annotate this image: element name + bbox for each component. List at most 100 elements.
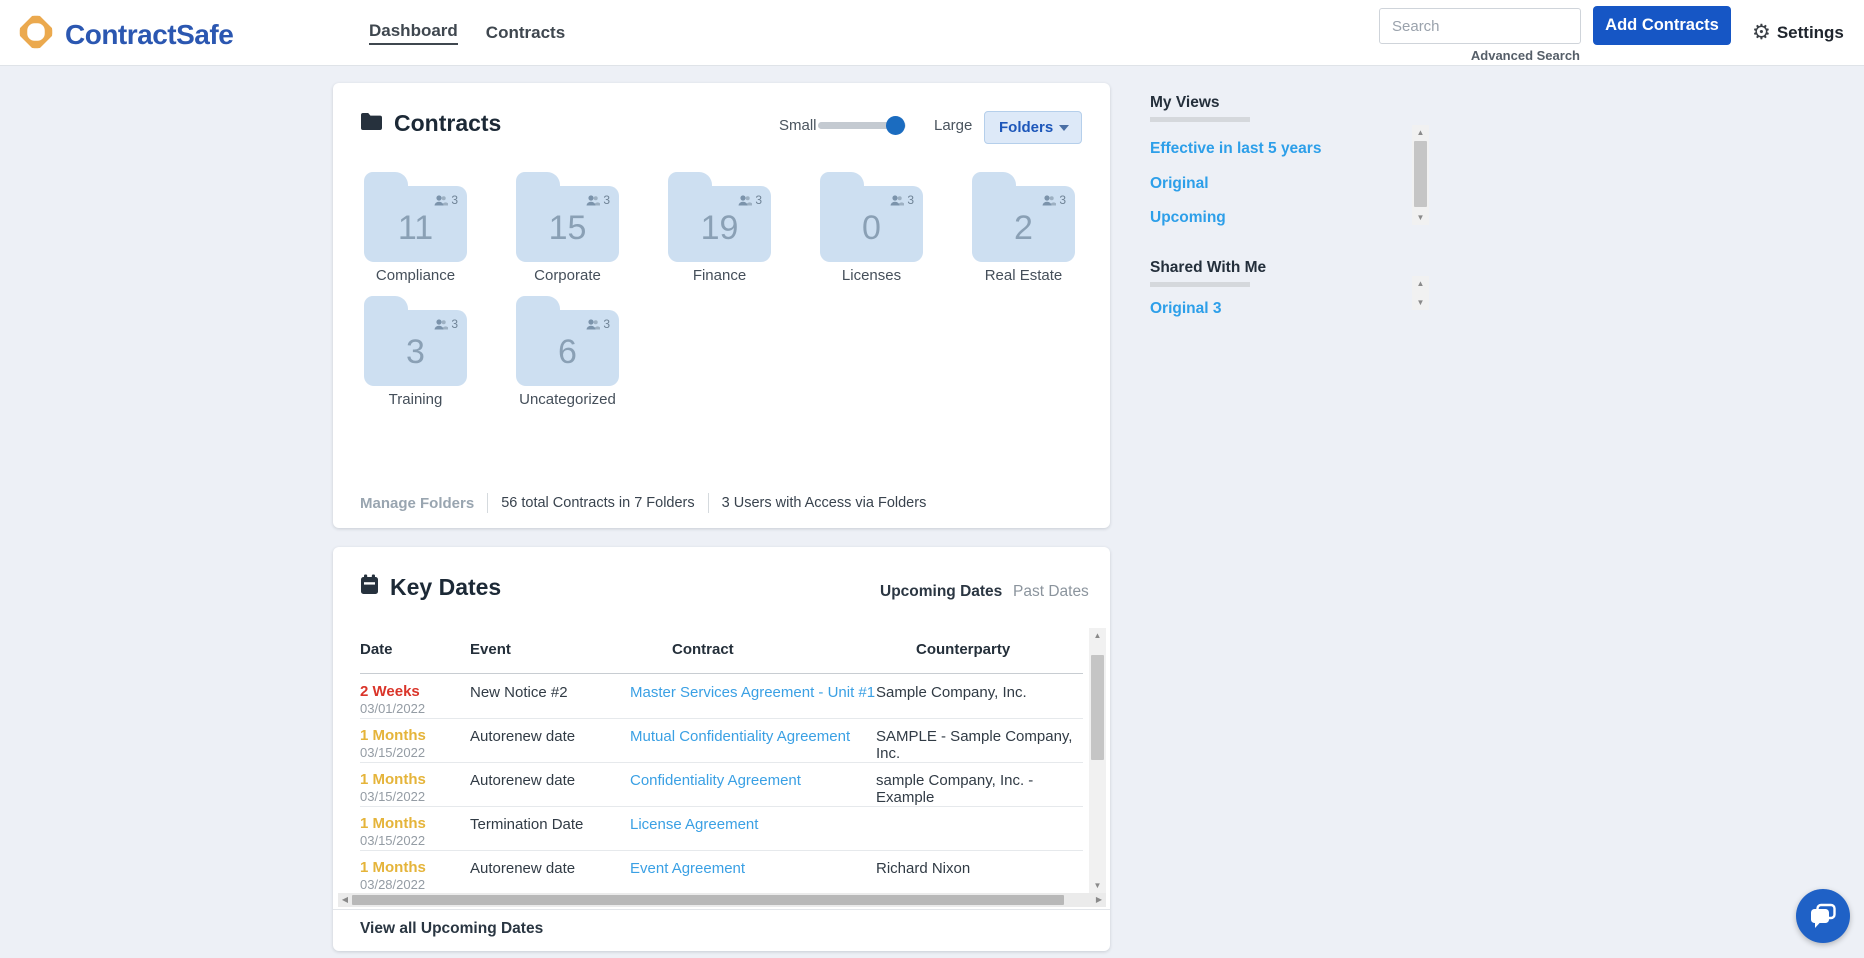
- brand-logo[interactable]: ContractSafe: [16, 12, 233, 57]
- folder-count: 2: [972, 194, 1075, 262]
- event-cell: Autorenew date: [470, 860, 575, 877]
- folder-label: Real Estate: [958, 267, 1089, 284]
- due-badge: 1 Months: [360, 859, 426, 876]
- main-nav: Dashboard Contracts: [369, 0, 565, 65]
- due-badge: 2 Weeks: [360, 683, 420, 700]
- event-cell: New Notice #2: [470, 684, 568, 701]
- my-views-divider: [1150, 117, 1250, 122]
- table-row: 1 Months 03/15/2022 Termination Date Lic…: [360, 806, 1083, 851]
- view-link-effective[interactable]: Effective in last 5 years: [1150, 140, 1321, 158]
- tab-past-dates[interactable]: Past Dates: [1013, 583, 1089, 601]
- view-link-original-3[interactable]: Original 3: [1150, 300, 1222, 318]
- contracts-panel-footer: Manage Folders 56 total Contracts in 7 F…: [360, 492, 939, 514]
- tab-upcoming-dates[interactable]: Upcoming Dates: [880, 583, 1002, 601]
- gear-icon: ⚙: [1752, 22, 1771, 43]
- event-cell: Autorenew date: [470, 728, 575, 745]
- contract-link[interactable]: Confidentiality Agreement: [630, 772, 801, 789]
- due-date: 03/15/2022: [360, 789, 425, 804]
- advanced-search-link[interactable]: Advanced Search: [1440, 48, 1580, 63]
- counterparty-cell: Sample Company, Inc.: [876, 684, 1027, 701]
- settings-button[interactable]: ⚙ Settings: [1752, 0, 1844, 65]
- search-box: ×: [1379, 8, 1581, 44]
- key-dates-table: 2 Weeks 03/01/2022 New Notice #2 Master …: [333, 674, 1110, 891]
- key-dates-panel: Key Dates Upcoming Dates Past Dates Date…: [333, 547, 1110, 951]
- nav-dashboard[interactable]: Dashboard: [369, 21, 458, 45]
- add-contracts-button[interactable]: Add Contracts: [1593, 6, 1731, 45]
- folder-count: 0: [820, 194, 923, 262]
- due-date: 03/15/2022: [360, 745, 425, 760]
- folder-label: Finance: [654, 267, 785, 284]
- col-header-date: Date: [360, 641, 393, 658]
- chat-button[interactable]: [1796, 889, 1850, 943]
- folder-count: 3: [364, 318, 467, 386]
- due-date: 03/28/2022: [360, 877, 425, 891]
- counterparty-cell: SAMPLE - Sample Company, Inc.: [876, 728, 1083, 762]
- footer-divider: [333, 909, 1110, 910]
- chat-bubbles-icon: [1808, 902, 1838, 930]
- view-link-original[interactable]: Original: [1150, 175, 1209, 193]
- table-row: 1 Months 03/15/2022 Autorenew date Mutua…: [360, 718, 1083, 763]
- users-access-stat: 3 Users with Access via Folders: [708, 493, 940, 513]
- my-views-scrollbar[interactable]: ▲ ▼: [1412, 125, 1429, 225]
- scroll-right-arrow[interactable]: ▶: [1092, 893, 1106, 907]
- due-badge: 1 Months: [360, 815, 426, 832]
- size-slider-thumb[interactable]: [886, 116, 905, 135]
- folder-count: 6: [516, 318, 619, 386]
- caret-down-icon: [1059, 125, 1069, 131]
- event-cell: Autorenew date: [470, 772, 575, 789]
- table-row: 1 Months 03/15/2022 Autorenew date Confi…: [360, 762, 1083, 807]
- scroll-down-arrow[interactable]: ▼: [1089, 878, 1106, 893]
- scrollbar-thumb[interactable]: [1414, 141, 1427, 207]
- search-input[interactable]: [1390, 17, 1593, 36]
- folder-count: 11: [364, 194, 467, 262]
- size-slider-fill: [818, 122, 893, 129]
- folder-label: Corporate: [502, 267, 633, 284]
- contracts-panel: Contracts Small Large Folders 3 11 Compl…: [333, 83, 1110, 528]
- counterparty-cell: sample Company, Inc. - Example: [876, 772, 1083, 806]
- scroll-left-arrow[interactable]: ◀: [338, 893, 352, 907]
- scroll-up-arrow[interactable]: ▲: [1412, 276, 1429, 291]
- total-contracts-stat: 56 total Contracts in 7 Folders: [487, 493, 707, 513]
- scroll-down-arrow[interactable]: ▼: [1412, 210, 1429, 225]
- folder-icon: [360, 110, 383, 137]
- shared-with-me-scrollbar[interactable]: ▲ ▼: [1412, 276, 1429, 310]
- view-link-upcoming[interactable]: Upcoming: [1150, 209, 1226, 227]
- key-dates-title: Key Dates: [360, 574, 501, 601]
- contract-link[interactable]: Mutual Confidentiality Agreement: [630, 728, 850, 745]
- contract-link[interactable]: Master Services Agreement - Unit #1: [630, 684, 875, 701]
- knot-icon: [16, 12, 56, 57]
- nav-contracts[interactable]: Contracts: [486, 23, 565, 43]
- my-views-heading: My Views: [1150, 94, 1220, 112]
- scrollbar-thumb[interactable]: [1091, 655, 1104, 760]
- counterparty-cell: Richard Nixon: [876, 860, 970, 877]
- manage-folders-link[interactable]: Manage Folders: [360, 495, 487, 512]
- app-root: ContractSafe Dashboard Contracts × Advan…: [0, 0, 1864, 958]
- due-date: 03/15/2022: [360, 833, 425, 848]
- col-header-counterparty: Counterparty: [916, 641, 1010, 658]
- slider-min-label: Small: [779, 117, 817, 134]
- contract-link[interactable]: License Agreement: [630, 816, 758, 833]
- view-all-upcoming-dates-link[interactable]: View all Upcoming Dates: [360, 920, 543, 938]
- view-mode-value: Folders: [999, 119, 1053, 136]
- table-horizontal-scrollbar[interactable]: ◀ ▶: [338, 893, 1106, 907]
- due-badge: 1 Months: [360, 771, 426, 788]
- contract-link[interactable]: Event Agreement: [630, 860, 745, 877]
- scrollbar-thumb[interactable]: [352, 895, 1064, 905]
- shared-with-me-heading: Shared With Me: [1150, 259, 1266, 277]
- scroll-up-arrow[interactable]: ▲: [1089, 628, 1106, 643]
- calendar-icon: [360, 574, 379, 601]
- view-mode-dropdown[interactable]: Folders: [984, 111, 1082, 144]
- due-badge: 1 Months: [360, 727, 426, 744]
- folder-count: 19: [668, 194, 771, 262]
- scroll-down-arrow[interactable]: ▼: [1412, 295, 1429, 310]
- scroll-up-arrow[interactable]: ▲: [1412, 125, 1429, 140]
- folder-label: Licenses: [806, 267, 937, 284]
- contracts-panel-title: Contracts: [360, 110, 501, 137]
- table-vertical-scrollbar[interactable]: ▲ ▼: [1089, 628, 1106, 893]
- settings-label: Settings: [1777, 23, 1844, 43]
- slider-max-label: Large: [934, 117, 972, 134]
- folder-label: Training: [350, 391, 481, 408]
- col-header-event: Event: [470, 641, 511, 658]
- brand-name: ContractSafe: [65, 19, 233, 51]
- folder-label: Uncategorized: [502, 391, 633, 408]
